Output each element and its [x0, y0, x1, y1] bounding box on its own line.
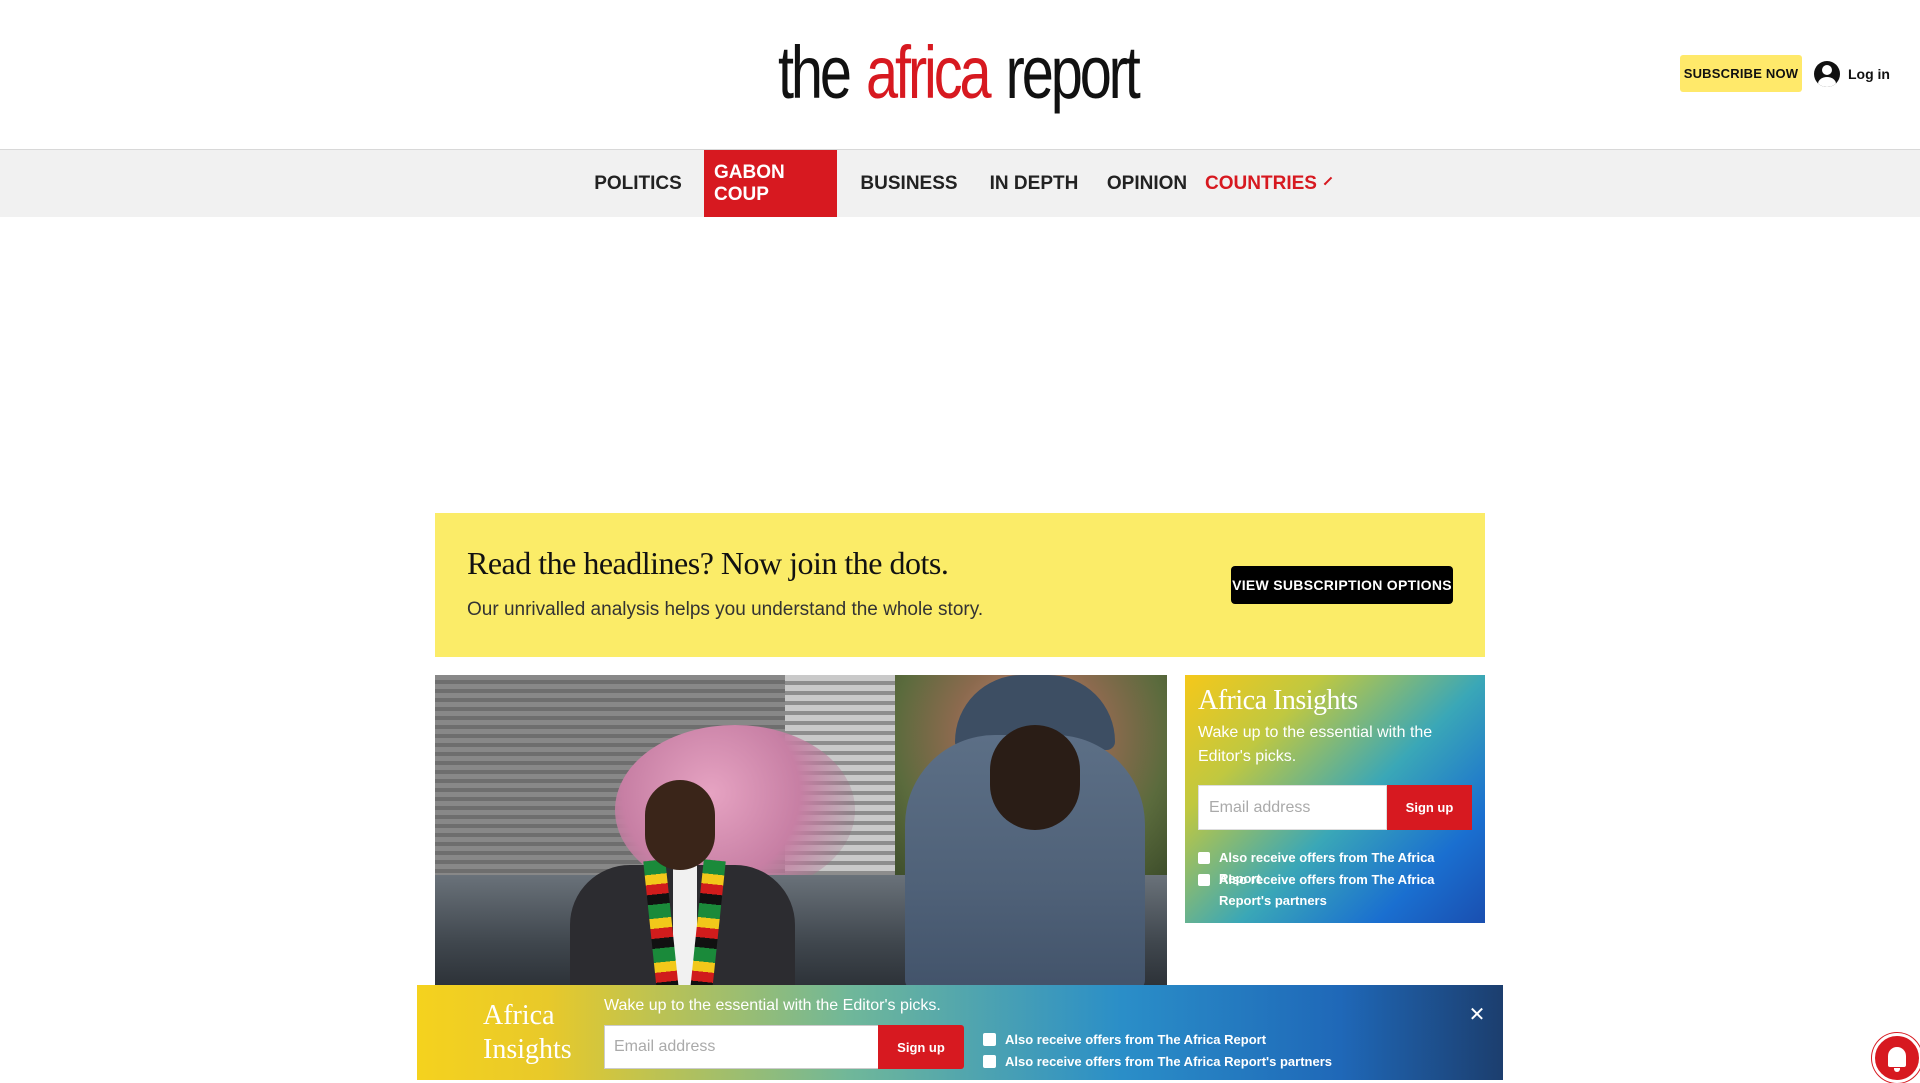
countries-label: COUNTRIES: [1205, 173, 1317, 194]
chevron-down-icon: [1323, 176, 1333, 186]
sticky-offers-checkbox-row[interactable]: Also receive offers from The Africa Repo…: [983, 1032, 1266, 1047]
nav-item-business[interactable]: BUSINESS: [849, 150, 969, 218]
partner-offers-checkbox[interactable]: [1198, 874, 1210, 886]
notification-bell-button[interactable]: [1872, 1033, 1920, 1083]
newsletter-email-input[interactable]: Email address: [1198, 785, 1387, 830]
sticky-partner-offers-checkbox-row[interactable]: Also receive offers from The Africa Repo…: [983, 1054, 1332, 1069]
partner-offers-checkbox-label: Also receive offers from The Africa Repo…: [1219, 872, 1435, 908]
login-link[interactable]: Log in: [1814, 60, 1890, 88]
sticky-email-input[interactable]: Email address: [604, 1025, 881, 1069]
sticky-offers-checkbox-label: Also receive offers from The Africa Repo…: [1005, 1032, 1267, 1047]
nav-item-countries[interactable]: COUNTRIES: [1197, 150, 1337, 218]
logo-word-africa: africa: [866, 31, 992, 114]
sticky-newsletter-title: Africa Insights: [483, 1000, 572, 1065]
lead-article-photo[interactable]: [435, 675, 1167, 990]
newsletter-title: Africa Insights: [1198, 685, 1358, 716]
sticky-newsletter-bar: Africa Insights Wake up to the essential…: [417, 985, 1503, 1080]
user-account-icon: [1814, 61, 1840, 87]
nav-item-opinion[interactable]: OPINION: [1097, 150, 1197, 218]
promo-title: Read the headlines? Now join the dots.: [467, 545, 949, 581]
logo-word-report: report: [1005, 31, 1141, 114]
nav-item-politics[interactable]: POLITICS: [588, 150, 688, 218]
close-icon[interactable]: ✕: [1467, 1005, 1487, 1025]
login-label: Log in: [1848, 66, 1890, 82]
ad-slot: [0, 217, 1920, 513]
sticky-partner-offers-checkbox[interactable]: [983, 1055, 996, 1068]
main-nav: POLITICS GABON COUP BUSINESS IN DEPTH OP…: [0, 149, 1920, 218]
bell-icon: [1888, 1047, 1906, 1072]
offers-checkbox[interactable]: [1198, 852, 1210, 864]
partner-offers-checkbox-row[interactable]: Also receive offers from The Africa Repo…: [1198, 869, 1478, 911]
sticky-offers-checkbox[interactable]: [983, 1033, 996, 1046]
sticky-partner-offers-checkbox-label: Also receive offers from The Africa Repo…: [1005, 1054, 1332, 1069]
newsletter-signup-button[interactable]: Sign up: [1387, 785, 1472, 830]
photo-man-head: [645, 780, 715, 870]
sticky-signup-button[interactable]: Sign up: [878, 1025, 964, 1069]
view-subscription-options-button[interactable]: VIEW SUBSCRIPTION OPTIONS: [1231, 566, 1453, 604]
newsletter-sidebar: Africa Insights Wake up to the essential…: [1185, 675, 1485, 923]
promo-subtitle: Our unrivalled analysis helps you unders…: [467, 599, 984, 620]
subscription-promo-banner: Read the headlines? Now join the dots. O…: [435, 513, 1485, 657]
site-logo[interactable]: the africa report: [778, 30, 1141, 114]
nav-item-in-depth[interactable]: IN DEPTH: [977, 150, 1091, 218]
subscribe-now-button[interactable]: Subscribe now: [1680, 55, 1802, 92]
newsletter-subtitle: Wake up to the essential with the Editor…: [1198, 724, 1433, 765]
site-header: the africa report Subscribe now Log in: [0, 0, 1920, 149]
logo-word-the: the: [778, 31, 852, 114]
sticky-newsletter-subtitle: Wake up to the essential with the Editor…: [604, 997, 941, 1014]
photo-officer-head: [990, 725, 1080, 830]
nav-item-gabon-coup[interactable]: GABON COUP: [704, 150, 837, 218]
